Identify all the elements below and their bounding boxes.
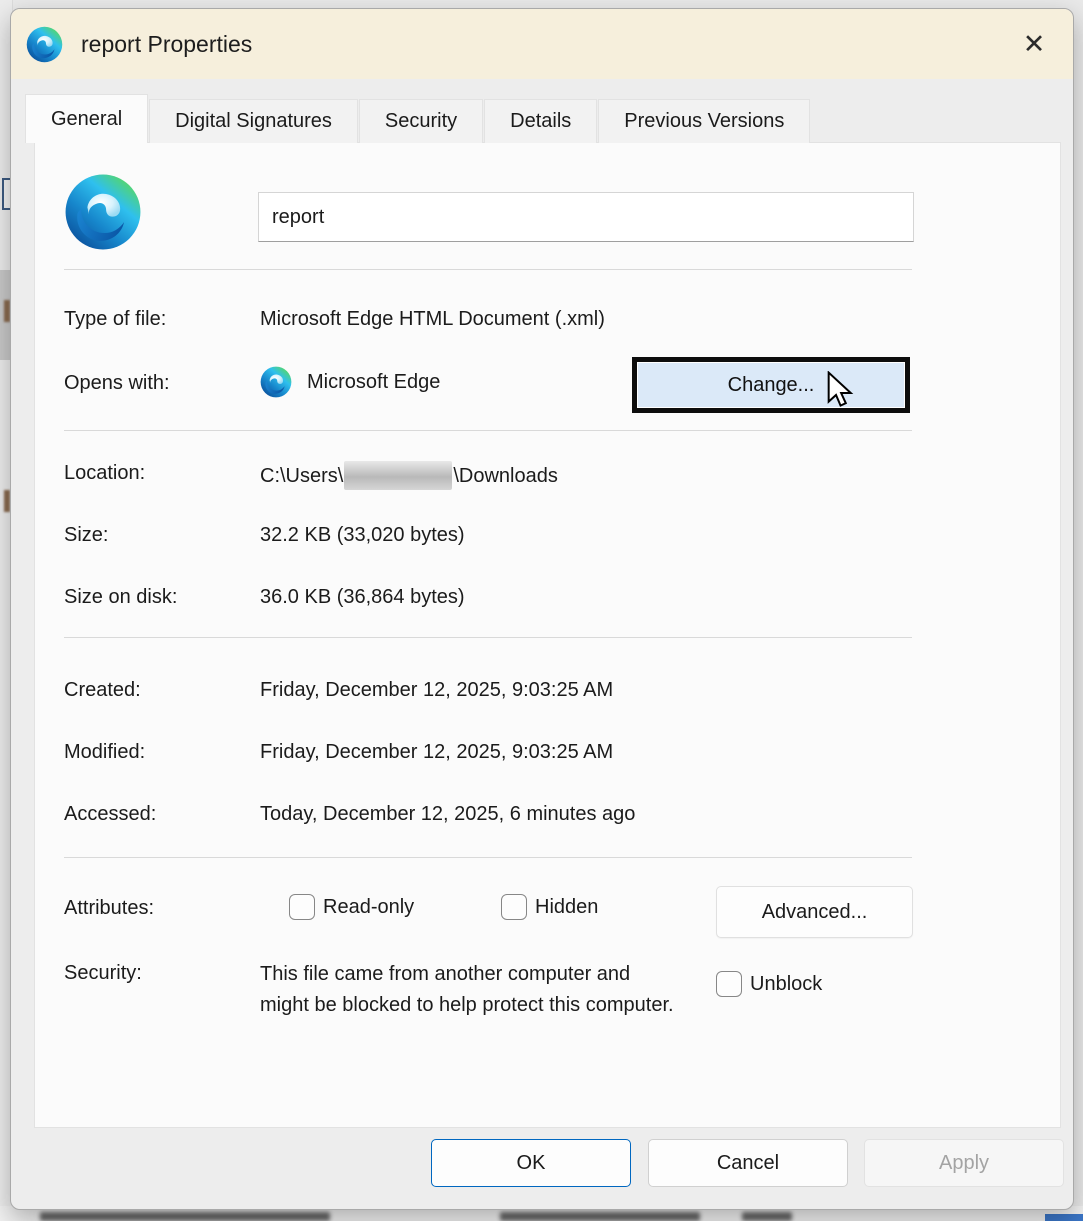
background-blurred-text [40,1212,330,1221]
general-tab-panel: Type of file: Microsoft Edge HTML Docume… [34,142,1061,1128]
properties-dialog: report Properties ✕ General Digital Sign… [10,8,1074,1210]
unblock-label: Unblock [750,973,822,996]
tab-general[interactable]: General [25,94,148,143]
location-prefix: C:\Users\ [260,465,343,487]
tab-security[interactable]: Security [359,99,483,143]
tab-previous-versions[interactable]: Previous Versions [598,99,810,143]
ok-button[interactable]: OK [431,1139,631,1187]
close-icon[interactable]: ✕ [1011,21,1057,67]
opens-with-label: Opens with: [64,371,170,396]
file-name-input[interactable] [258,192,914,242]
file-type-edge-icon [64,173,142,251]
window-title: report Properties [81,31,252,58]
security-message: This file came from another computer and… [260,959,680,1021]
redacted-username [344,461,452,490]
ok-button-label: OK [517,1152,546,1175]
advanced-button-label: Advanced... [762,901,868,924]
divider [64,269,912,270]
apply-button-label: Apply [939,1152,989,1175]
divider [64,430,912,431]
cancel-button[interactable]: Cancel [648,1139,848,1187]
background-selection-bar [1045,1214,1083,1221]
mouse-cursor-icon [823,371,857,411]
cancel-button-label: Cancel [717,1152,779,1175]
background-blurred-text [742,1212,792,1221]
read-only-checkbox-item[interactable]: Read-only [289,894,414,920]
tab-strip: General Digital Signatures Security Deta… [25,94,811,143]
type-of-file-label: Type of file: [64,307,166,332]
accessed-value: Today, December 12, 2025, 6 minutes ago [260,802,635,827]
apply-button[interactable]: Apply [864,1139,1064,1187]
size-on-disk-value: 36.0 KB (36,864 bytes) [260,585,465,610]
divider [64,857,912,858]
size-value: 32.2 KB (33,020 bytes) [260,523,465,548]
location-value: C:\Users\ \Downloads [260,461,558,490]
background-blurred-text [500,1212,700,1221]
modified-label: Modified: [64,740,145,765]
security-label: Security: [64,961,142,986]
unblock-checkbox-item[interactable]: Unblock [716,971,822,997]
unblock-checkbox[interactable] [716,971,742,997]
type-of-file-value: Microsoft Edge HTML Document (.xml) [260,307,605,332]
edge-icon [26,26,63,63]
size-label: Size: [64,523,108,548]
created-label: Created: [64,678,141,703]
size-on-disk-label: Size on disk: [64,585,177,610]
title-bar: report Properties ✕ [11,9,1073,79]
opens-with-value: Microsoft Edge [307,371,440,394]
modified-value: Friday, December 12, 2025, 9:03:25 AM [260,740,613,765]
location-label: Location: [64,461,145,486]
change-button[interactable]: Change... [632,357,910,413]
opens-with-edge-icon [260,366,292,398]
location-suffix: \Downloads [453,465,558,487]
created-value: Friday, December 12, 2025, 9:03:25 AM [260,678,613,703]
accessed-label: Accessed: [64,802,156,827]
read-only-label: Read-only [323,896,414,919]
read-only-checkbox[interactable] [289,894,315,920]
tab-digital-signatures[interactable]: Digital Signatures [149,99,358,143]
divider [64,637,912,638]
hidden-label: Hidden [535,896,598,919]
change-button-label: Change... [728,374,815,397]
hidden-checkbox[interactable] [501,894,527,920]
advanced-button[interactable]: Advanced... [716,886,913,938]
attributes-label: Attributes: [64,896,154,921]
hidden-checkbox-item[interactable]: Hidden [501,894,598,920]
screen: { "window": { "title": "report Propertie… [0,0,1083,1221]
tab-details[interactable]: Details [484,99,597,143]
